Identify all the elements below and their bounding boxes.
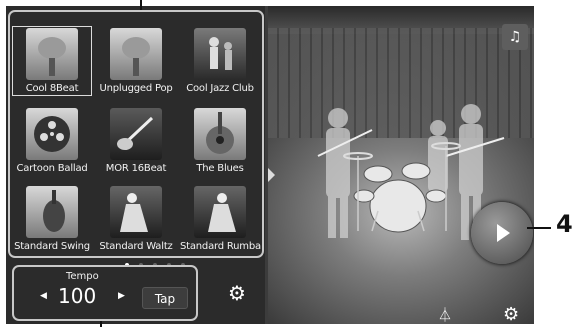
stage-background	[268, 6, 534, 324]
style-tile-cool-8beat[interactable]: Cool 8Beat	[12, 26, 92, 96]
callout-leader-play	[527, 227, 551, 229]
dancers-icon	[110, 186, 162, 238]
play-icon	[497, 224, 510, 242]
style-tile-standard-swing[interactable]: Standard Swing	[12, 184, 92, 254]
dancers-icon	[194, 186, 246, 238]
metronome-icon[interactable]: ⏃	[438, 305, 452, 324]
callout-number-play: 4	[556, 210, 573, 238]
style-tile-the-blues[interactable]: The Blues	[180, 106, 260, 176]
style-tile-mor-16beat[interactable]: MOR 16Beat	[96, 106, 176, 176]
jazz-band-icon	[194, 28, 246, 80]
style-tile-cool-jazz-club[interactable]: Cool Jazz Club	[180, 26, 260, 96]
tempo-control: Tempo ◀ 100 ▶ Tap	[12, 265, 198, 321]
style-label: Standard Waltz	[99, 241, 173, 252]
style-tile-cartoon-ballad[interactable]: Cartoon Ballad	[12, 106, 92, 176]
band-illustration	[317, 104, 505, 240]
style-label: Standard Rumba	[180, 241, 261, 252]
style-panel: Cool 8Beat Unplugged Pop Cool Jazz Club …	[6, 6, 268, 324]
film-reel-icon	[26, 108, 78, 160]
callout-leader-bottom	[100, 321, 102, 327]
microphone-icon	[26, 28, 78, 80]
style-label: Standard Swing	[14, 241, 90, 252]
style-settings-gear-icon[interactable]: ⚙	[228, 283, 246, 303]
tap-tempo-button[interactable]: Tap	[142, 287, 188, 309]
tempo-increase-button[interactable]: ▶	[118, 291, 125, 301]
acoustic-guitar-icon	[194, 108, 246, 160]
style-grid: Cool 8Beat Unplugged Pop Cool Jazz Club …	[8, 10, 264, 267]
piano-icon[interactable]: ♫	[502, 24, 528, 50]
microphone-icon	[110, 28, 162, 80]
style-label: MOR 16Beat	[105, 163, 167, 174]
tempo-decrease-button[interactable]: ◀	[40, 291, 47, 301]
style-label: Cool 8Beat	[25, 83, 79, 94]
app-screen: Cool 8Beat Unplugged Pop Cool Jazz Club …	[6, 6, 534, 324]
style-label: Cartoon Ballad	[16, 163, 88, 174]
style-label: Cool Jazz Club	[186, 83, 254, 94]
settings-gear-icon[interactable]: ⚙	[503, 305, 519, 325]
style-tile-unplugged-pop[interactable]: Unplugged Pop	[96, 26, 176, 96]
guitar-icon	[110, 108, 162, 160]
callout-leader-top	[140, 0, 142, 10]
style-label: The Blues	[196, 163, 244, 174]
style-tile-standard-waltz[interactable]: Standard Waltz	[96, 184, 176, 254]
tempo-value: 100	[58, 284, 97, 308]
style-tile-standard-rumba[interactable]: Standard Rumba	[180, 184, 261, 254]
violin-icon	[26, 186, 78, 238]
play-button[interactable]	[471, 202, 533, 264]
style-label: Unplugged Pop	[99, 83, 173, 94]
tempo-label: Tempo	[66, 271, 99, 282]
panel-toggle-arrow-icon[interactable]	[268, 168, 275, 182]
